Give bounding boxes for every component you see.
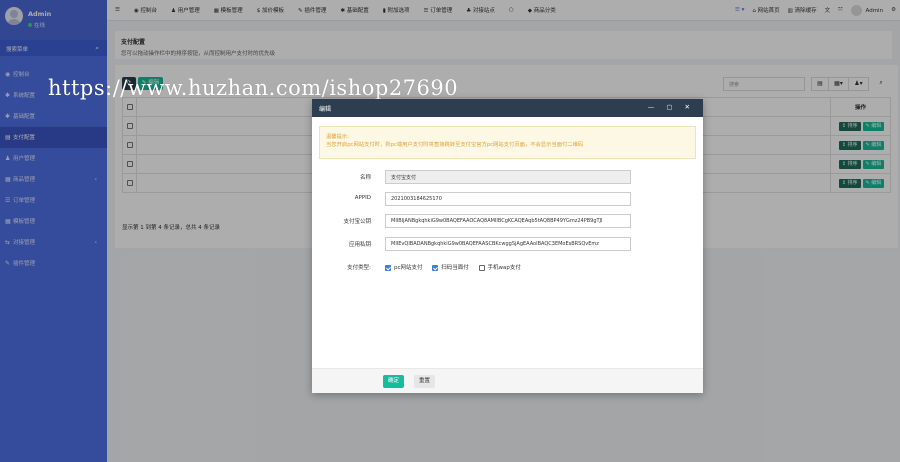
form-row-appid: APPID 2021003184625170 <box>312 192 703 206</box>
checkbox-unchecked-icon[interactable] <box>478 264 485 271</box>
name-field: 支付宝支付 <box>385 170 631 184</box>
field-label: 名称 <box>359 175 371 181</box>
appid-field[interactable]: 2021003184625170 <box>385 192 631 206</box>
alert-text: 当您开启pc网站支付时，则pc端用户支付时将直接跳转至支付宝官方pc网站支付页面… <box>326 142 584 148</box>
field-label: 支付宝公钥 <box>343 219 371 225</box>
form-row-alipay-public-key: 支付宝公钥 MIIBIjANBgkqhkiG9w0BAQEFAAOCAQ8AMI… <box>312 214 703 228</box>
form-row-private-key: 应用私钥 MIIEvQIBADANBgkqhkiG9w0BAQEFAASCBKc… <box>312 237 703 251</box>
reset-button[interactable]: 重置 <box>414 375 436 388</box>
pay-type-pc[interactable]: pc网站支付 <box>385 264 423 271</box>
private-key-field[interactable]: MIIEvQIBADANBgkqhkiG9w0BAQEFAASCBKcwggSj… <box>385 237 631 251</box>
checkbox-checked-icon[interactable] <box>432 264 439 271</box>
field-label: 应用私钥 <box>348 242 371 248</box>
dialog-footer: 确定 重置 <box>312 368 703 393</box>
watermark: https://www.huzhan.com/ishop27690 <box>48 76 459 100</box>
dialog-title: 编辑 <box>319 106 332 113</box>
window-controls-icon[interactable]: — ▢ ✕ <box>648 103 695 111</box>
field-label: APPID <box>354 195 371 201</box>
warning-alert: 温馨提示: 当您开启pc网站支付时，则pc端用户支付时将直接跳转至支付宝官方pc… <box>319 126 696 159</box>
edit-dialog: 编辑 — ▢ ✕ 温馨提示: 当您开启pc网站支付时，则pc端用户支付时将直接跳… <box>312 99 703 393</box>
pay-type-group: pc网站支付 扫码当面付 手机wap支付 <box>385 263 529 271</box>
form-row-name: 名称 支付宝支付 <box>312 170 703 184</box>
confirm-button[interactable]: 确定 <box>383 375 405 388</box>
pay-type-qr[interactable]: 扫码当面付 <box>432 264 469 271</box>
field-label: 支付类型: <box>347 265 371 271</box>
alert-title: 温馨提示: <box>326 134 349 140</box>
pay-type-wap[interactable]: 手机wap支付 <box>478 264 521 271</box>
checkbox-checked-icon[interactable] <box>385 264 391 271</box>
alipay-public-key-field[interactable]: MIIBIjANBgkqhkiG9w0BAQEFAAOCAQ8AMIIBCgKC… <box>385 214 631 228</box>
form-row-pay-types: 支付类型: pc网站支付 扫码当面付 手机wap支付 <box>312 260 703 274</box>
dialog-header: 编辑 — ▢ ✕ <box>312 99 703 117</box>
